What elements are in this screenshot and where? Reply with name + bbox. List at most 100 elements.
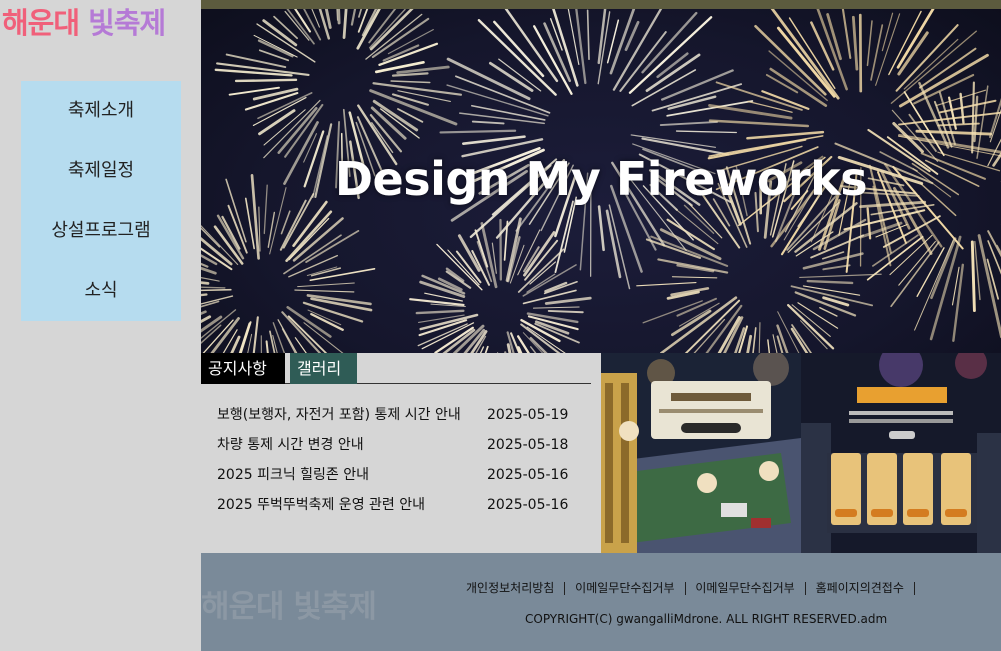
firework-spark [477, 19, 557, 96]
firework-spark [851, 15, 859, 71]
nav-item-permanent-program[interactable]: 상설프로그램 [21, 201, 181, 261]
copyright-text: COPYRIGHT(C) gwangalliMdrone. ALL RIGHT … [525, 612, 888, 626]
firework-spark [457, 234, 481, 272]
firework-spark [273, 15, 299, 40]
firework-spark [461, 135, 526, 145]
firework-spark [688, 203, 723, 239]
golden-ticket-poster[interactable] [601, 353, 801, 553]
firework-spark [708, 103, 793, 120]
firework-spark [396, 65, 450, 75]
firework-spark [544, 296, 592, 305]
firework-spark [819, 307, 838, 317]
firework-spark [915, 129, 993, 136]
firework-spark [294, 289, 355, 293]
firework-spark [747, 100, 793, 113]
notice-item[interactable]: 보행(보행자, 자전거 포함) 통제 시간 안내 2025-05-19 [217, 400, 577, 430]
firework-spark [234, 78, 298, 83]
notice-date: 2025-05-18 [487, 437, 569, 453]
tab-notice[interactable]: 공지사항 [201, 353, 285, 384]
footer-link-feedback[interactable]: 홈페이지의견접수 [816, 582, 915, 595]
notice-title: 2025 뚜벅뚜벅축제 운영 관련 안내 [217, 497, 425, 513]
notice-item[interactable]: 2025 피크닉 힐링존 안내 2025-05-16 [217, 460, 577, 490]
firework-spark [265, 340, 269, 353]
firework-spark [959, 92, 965, 124]
nav-item-festival-schedule[interactable]: 축제일정 [21, 141, 181, 201]
footer-link-email-refusal[interactable]: 이메일무단수집거부 [575, 582, 686, 595]
notice-date: 2025-05-16 [487, 497, 569, 513]
notice-list: 보행(보행자, 자전거 포함) 통제 시간 안내 2025-05-19 차량 통제… [217, 400, 577, 520]
firework-spark [758, 322, 761, 353]
firework-spark [875, 13, 901, 86]
firework-spark [597, 205, 605, 252]
firework-spark [659, 120, 719, 127]
firework-spark [533, 25, 573, 95]
firework-spark [201, 288, 232, 292]
firework-spark [609, 9, 636, 75]
firework-spark [436, 243, 483, 291]
firework-spark [337, 9, 341, 25]
firework-spark [974, 240, 981, 301]
firework-spark [439, 129, 517, 134]
notice-date: 2025-05-19 [487, 407, 569, 423]
firework-spark [258, 206, 261, 252]
firework-spark [952, 263, 965, 342]
firework-spark [280, 210, 291, 235]
notice-item[interactable]: 2025 뚜벅뚜벅축제 운영 관련 안내 2025-05-16 [217, 490, 577, 520]
nav-item-festival-intro[interactable]: 축제소개 [21, 81, 181, 141]
firework-spark [806, 279, 854, 285]
notice-title: 보행(보행자, 자전거 포함) 통제 시간 안내 [217, 407, 461, 423]
firework-spark [303, 9, 322, 41]
logo-text-part1: 해운대 [2, 6, 80, 40]
hero-title: Design My Fireworks [334, 152, 868, 206]
firework-spark [799, 273, 882, 279]
early-bird-poster[interactable] [801, 353, 1001, 553]
notice-date: 2025-05-16 [487, 467, 569, 483]
firework-spark [897, 31, 929, 76]
nav-item-news[interactable]: 소식 [21, 261, 181, 321]
notice-item[interactable]: 차량 통제 시간 변경 안내 2025-05-18 [217, 430, 577, 460]
firework-spark [201, 293, 208, 297]
notice-title: 2025 피크닉 힐링존 안내 [217, 467, 370, 483]
firework-spark [390, 80, 431, 84]
firework-spark [455, 75, 551, 114]
main-nav: 축제소개 축제일정 상설프로그램 소식 [21, 81, 181, 321]
firework-spark [505, 217, 522, 282]
firework-spark [767, 339, 771, 353]
firework-spark [342, 9, 348, 39]
firework-spark [708, 119, 810, 128]
firework-spark [841, 9, 852, 60]
logo-text-part2: 빛축제 [88, 6, 166, 40]
firework-spark [889, 234, 933, 276]
firework-spark [630, 134, 716, 148]
firework-spark [671, 276, 718, 279]
firework-spark [523, 231, 556, 277]
firework-spark [201, 281, 210, 285]
poster-image-early-bird [801, 353, 1001, 553]
firework-spark [675, 130, 737, 134]
firework-spark [201, 277, 220, 282]
footer-link-email-refusal-2[interactable]: 이메일무단수집거부 [695, 582, 806, 595]
firework-spark [970, 240, 976, 313]
board-tabs: 공지사항 갤러리 [201, 353, 591, 384]
firework-spark [258, 109, 296, 136]
firework-spark [310, 267, 342, 277]
firework-spark [903, 38, 959, 90]
festival-logo[interactable]: 해운대 빛축제 [2, 6, 166, 40]
firework-spark [532, 306, 580, 309]
firework-spark [257, 39, 294, 58]
firework-spark [306, 266, 338, 277]
firework-spark [309, 267, 376, 282]
site-footer: 해운대 빛축제 개인정보처리방침 이메일무단수집거부 이메일무단수집거부 홈페이… [201, 553, 1001, 651]
hero-banner: Design My Fireworks [201, 0, 1001, 353]
firework-spark [612, 9, 663, 91]
firework-spark [636, 282, 697, 287]
firework-spark [898, 241, 936, 286]
sidebar: 해운대 빛축제 축제소개 축제일정 상설프로그램 소식 [0, 0, 201, 651]
tab-gallery[interactable]: 갤러리 [290, 353, 357, 384]
firework-spark [285, 210, 333, 262]
footer-link-privacy[interactable]: 개인정보처리방침 [466, 582, 566, 595]
notice-board: 공지사항 갤러리 보행(보행자, 자전거 포함) 통제 시간 안내 2025-05… [201, 353, 601, 553]
firework-spark [445, 267, 465, 283]
notice-title: 차량 통제 시간 변경 안내 [217, 437, 364, 453]
footer-logo: 해운대 빛축제 [201, 589, 377, 625]
